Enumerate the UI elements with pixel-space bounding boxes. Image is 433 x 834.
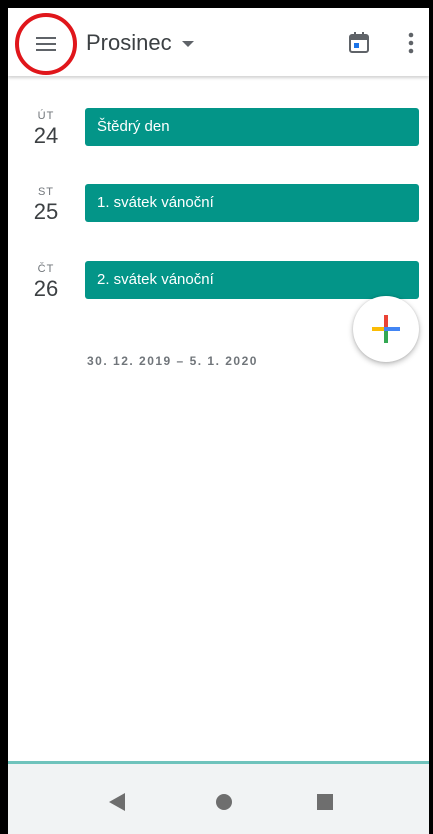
more-vertical-icon (408, 32, 414, 54)
calendar-screen: Prosinec ÚT 24 Štědrý den ST 25 1. sváte… (8, 8, 429, 834)
day-number[interactable]: 26 (23, 276, 69, 302)
week-range-label[interactable]: 30. 12. 2019 – 5. 1. 2020 (87, 354, 258, 368)
day-row: ÚT 24 Štědrý den (8, 108, 429, 160)
day-of-week: ÚT (37, 110, 55, 122)
day-row: ST 25 1. svátek vánoční (8, 184, 429, 236)
event-chip[interactable]: 2. svátek vánoční (85, 261, 419, 299)
back-triangle-icon[interactable] (109, 793, 125, 811)
day-number[interactable]: 24 (23, 123, 69, 149)
home-circle-icon[interactable] (216, 794, 232, 810)
calendar-today-icon (349, 32, 369, 53)
day-number[interactable]: 25 (23, 199, 69, 225)
create-event-button[interactable] (353, 296, 419, 362)
month-title: Prosinec (86, 30, 172, 55)
today-button[interactable] (348, 32, 370, 54)
event-chip[interactable]: 1. svátek vánoční (85, 184, 419, 222)
day-of-week: ČT (37, 263, 55, 275)
event-chip[interactable]: Štědrý den (85, 108, 419, 146)
dropdown-arrow-icon (182, 40, 195, 47)
hamburger-menu-icon (36, 37, 56, 51)
month-selector[interactable]: Prosinec (86, 28, 195, 58)
recents-square-icon[interactable] (317, 794, 333, 810)
menu-button[interactable] (15, 13, 77, 75)
more-options-button[interactable] (402, 32, 420, 54)
google-plus-icon (372, 315, 400, 343)
app-bar: Prosinec (8, 8, 429, 76)
system-navigation-bar (8, 761, 429, 834)
day-of-week: ST (37, 186, 55, 198)
